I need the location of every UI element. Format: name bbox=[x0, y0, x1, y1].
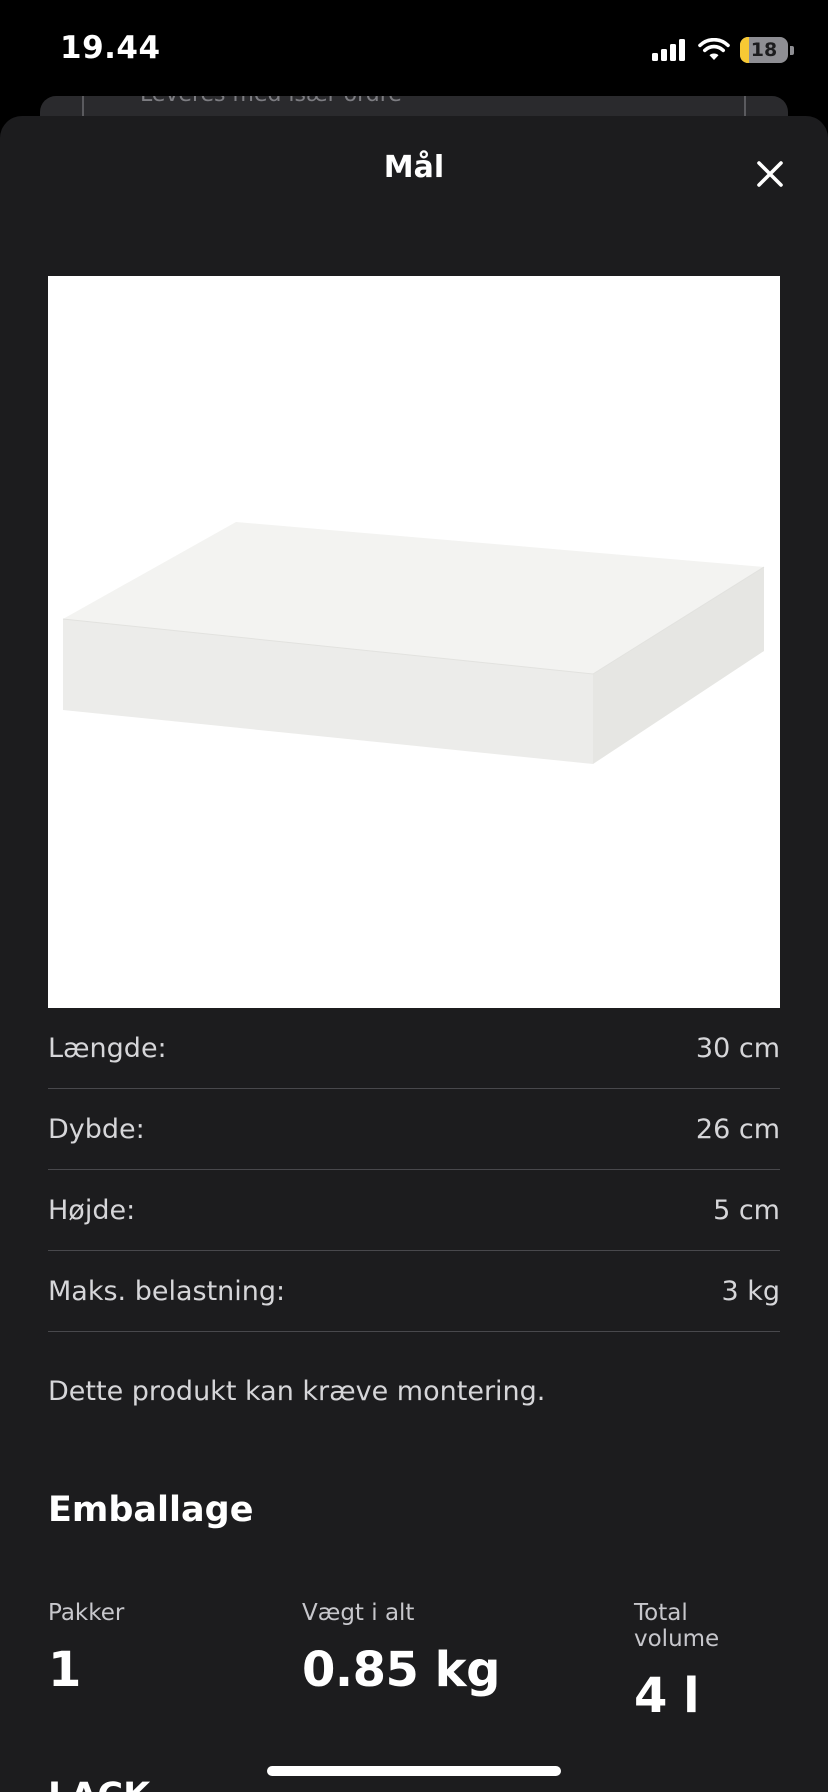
stat-label: Total volume bbox=[634, 1600, 720, 1652]
packaging-heading: Emballage bbox=[48, 1490, 254, 1530]
dimension-value: 5 cm bbox=[713, 1194, 780, 1226]
dimension-value: 3 kg bbox=[721, 1275, 780, 1307]
peek-text: Leveres med især ordre bbox=[140, 96, 402, 107]
dimension-row: Dybde: 26 cm bbox=[48, 1089, 780, 1170]
dimensions-sheet: Mål Længde: 30 cm Dybde: 26 cm Højde: 5 … bbox=[0, 116, 828, 1792]
home-indicator[interactable] bbox=[267, 1766, 561, 1776]
dimension-label: Højde: bbox=[48, 1194, 136, 1226]
stat-packages: Pakker 1 bbox=[48, 1600, 124, 1698]
battery-icon: 18 bbox=[740, 37, 788, 63]
dimension-row: Længde: 30 cm bbox=[48, 1008, 780, 1089]
assembly-note: Dette produkt kan kræve montering. bbox=[48, 1376, 546, 1407]
status-icons: 18 bbox=[652, 34, 794, 66]
stat-label: Pakker bbox=[48, 1600, 125, 1626]
stat-value: 1 bbox=[48, 1642, 81, 1698]
dimension-label: Længde: bbox=[48, 1032, 167, 1064]
close-button[interactable] bbox=[746, 150, 794, 198]
dimension-row: Højde: 5 cm bbox=[48, 1170, 780, 1251]
stat-total-volume: Total volume 4 l bbox=[634, 1600, 780, 1724]
dimension-value: 26 cm bbox=[695, 1113, 780, 1145]
stat-value: 0.85 kg bbox=[302, 1642, 500, 1698]
sheet-header: Mål bbox=[0, 116, 828, 226]
battery-cap bbox=[790, 45, 794, 55]
battery-percentage: 18 bbox=[750, 39, 778, 61]
dimension-label: Maks. belastning: bbox=[48, 1275, 286, 1307]
close-icon bbox=[757, 161, 783, 187]
stat-total-weight: Vægt i alt 0.85 kg bbox=[302, 1600, 500, 1698]
stat-value: 4 l bbox=[634, 1668, 700, 1724]
dimension-label: Dybde: bbox=[48, 1113, 145, 1145]
dimension-value: 30 cm bbox=[695, 1032, 780, 1064]
shelf-illustration bbox=[62, 522, 765, 764]
packaging-stats: Pakker 1 Vægt i alt 0.85 kg Total volume… bbox=[48, 1600, 780, 1724]
product-image bbox=[48, 276, 780, 1008]
sheet-title: Mål bbox=[383, 150, 445, 185]
next-section-heading: LACK bbox=[48, 1776, 150, 1792]
wifi-icon bbox=[698, 38, 730, 60]
dimensions-list: Længde: 30 cm Dybde: 26 cm Højde: 5 cm M… bbox=[48, 1008, 780, 1332]
cellular-signal-icon bbox=[652, 39, 685, 61]
stat-label: Vægt i alt bbox=[302, 1600, 415, 1626]
status-time: 19.44 bbox=[60, 30, 161, 66]
status-bar: 19.44 18 bbox=[0, 0, 828, 96]
dimension-row: Maks. belastning: 3 kg bbox=[48, 1251, 780, 1332]
